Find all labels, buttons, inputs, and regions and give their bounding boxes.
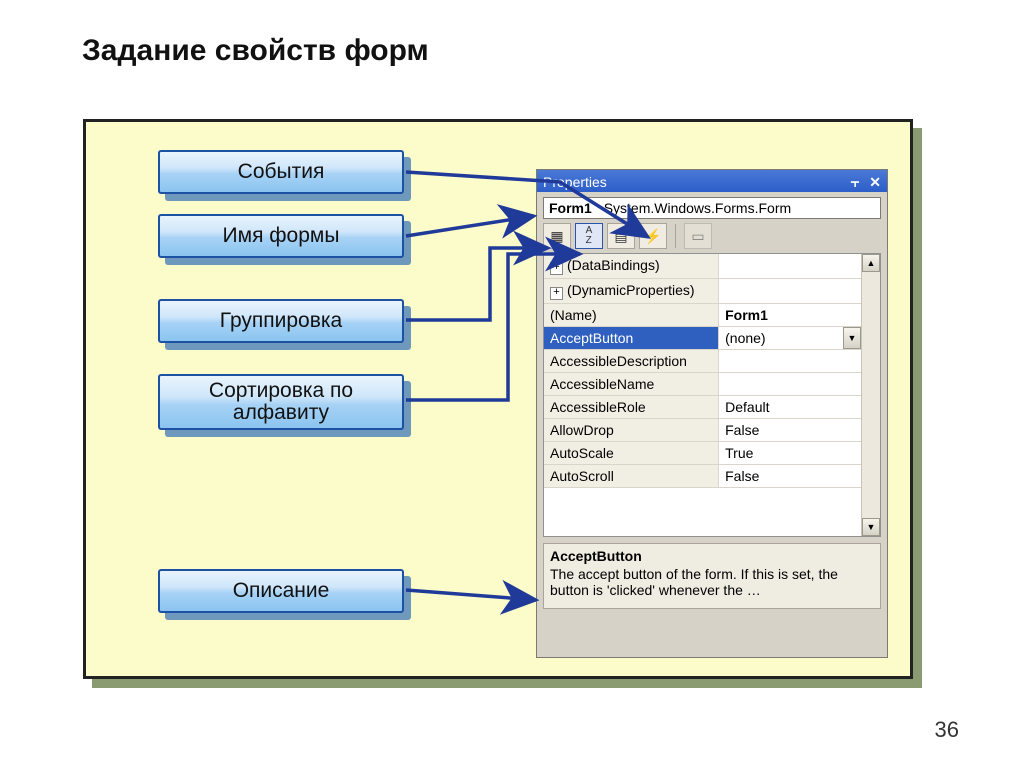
properties-title: Properties — [543, 174, 607, 190]
properties-titlebar[interactable]: Properties ⫟ ✕ — [537, 170, 887, 192]
dropdown-button[interactable]: ▼ — [843, 327, 861, 349]
properties-class-selector[interactable]: Form1 System.Windows.Forms.Form — [543, 197, 881, 219]
label-sorting: Сортировка по алфавиту — [158, 374, 404, 430]
label-form-name: Имя формы — [158, 214, 404, 258]
property-value[interactable]: False — [719, 465, 862, 488]
property-key[interactable]: +(DataBindings) — [544, 254, 719, 279]
page-number: 36 — [935, 717, 959, 743]
scrollbar[interactable]: ▲ ▼ — [861, 254, 880, 536]
property-value[interactable]: False — [719, 419, 862, 442]
property-key[interactable]: AccessibleDescription — [544, 350, 719, 373]
pin-icon[interactable]: ⫟ — [851, 174, 859, 191]
properties-window: Properties ⫟ ✕ Form1 System.Windows.Form… — [536, 169, 888, 658]
label-grouping: Группировка — [158, 299, 404, 343]
property-key[interactable]: AutoScale — [544, 442, 719, 465]
property-value[interactable] — [719, 350, 862, 373]
alphabetical-button[interactable]: AZ — [575, 223, 603, 249]
property-value[interactable]: (none)▼ — [719, 327, 862, 350]
property-key[interactable]: AccessibleRole — [544, 396, 719, 419]
close-icon[interactable]: ✕ — [869, 174, 881, 191]
property-value[interactable]: True — [719, 442, 862, 465]
scroll-down-button[interactable]: ▼ — [862, 518, 880, 536]
property-value[interactable] — [719, 373, 862, 396]
class-type: System.Windows.Forms.Form — [604, 200, 791, 216]
prop-pages-button[interactable]: ▤ — [607, 223, 635, 249]
property-value[interactable] — [719, 254, 862, 279]
properties-grid[interactable]: +(DataBindings)+(DynamicProperties)(Name… — [543, 253, 881, 537]
expand-icon[interactable]: + — [550, 262, 563, 275]
properties-description: AcceptButton The accept button of the fo… — [543, 543, 881, 609]
property-value[interactable] — [719, 279, 862, 304]
property-key[interactable]: AutoScroll — [544, 465, 719, 488]
toolbar-separator — [675, 224, 676, 248]
property-key[interactable]: AcceptButton — [544, 327, 719, 350]
slide-title: Задание свойств форм — [82, 34, 429, 68]
property-key[interactable]: +(DynamicProperties) — [544, 279, 719, 304]
property-value[interactable]: Form1 — [719, 304, 862, 327]
properties-toolbar: ▦ AZ ▤ ⚡ ▭ — [543, 223, 881, 249]
property-value[interactable]: Default — [719, 396, 862, 419]
scroll-up-button[interactable]: ▲ — [862, 254, 880, 272]
events-button[interactable]: ⚡ — [639, 223, 667, 249]
property-key[interactable]: AccessibleName — [544, 373, 719, 396]
property-key[interactable]: AllowDrop — [544, 419, 719, 442]
desc-title: AcceptButton — [550, 548, 874, 564]
class-name: Form1 — [549, 200, 592, 216]
desc-text: The accept button of the form. If this i… — [550, 566, 838, 598]
doc-outline-button[interactable]: ▭ — [684, 223, 712, 249]
label-events: События — [158, 150, 404, 194]
expand-icon[interactable]: + — [550, 287, 563, 300]
categorized-button[interactable]: ▦ — [543, 223, 571, 249]
label-description: Описание — [158, 569, 404, 613]
property-key[interactable]: (Name) — [544, 304, 719, 327]
